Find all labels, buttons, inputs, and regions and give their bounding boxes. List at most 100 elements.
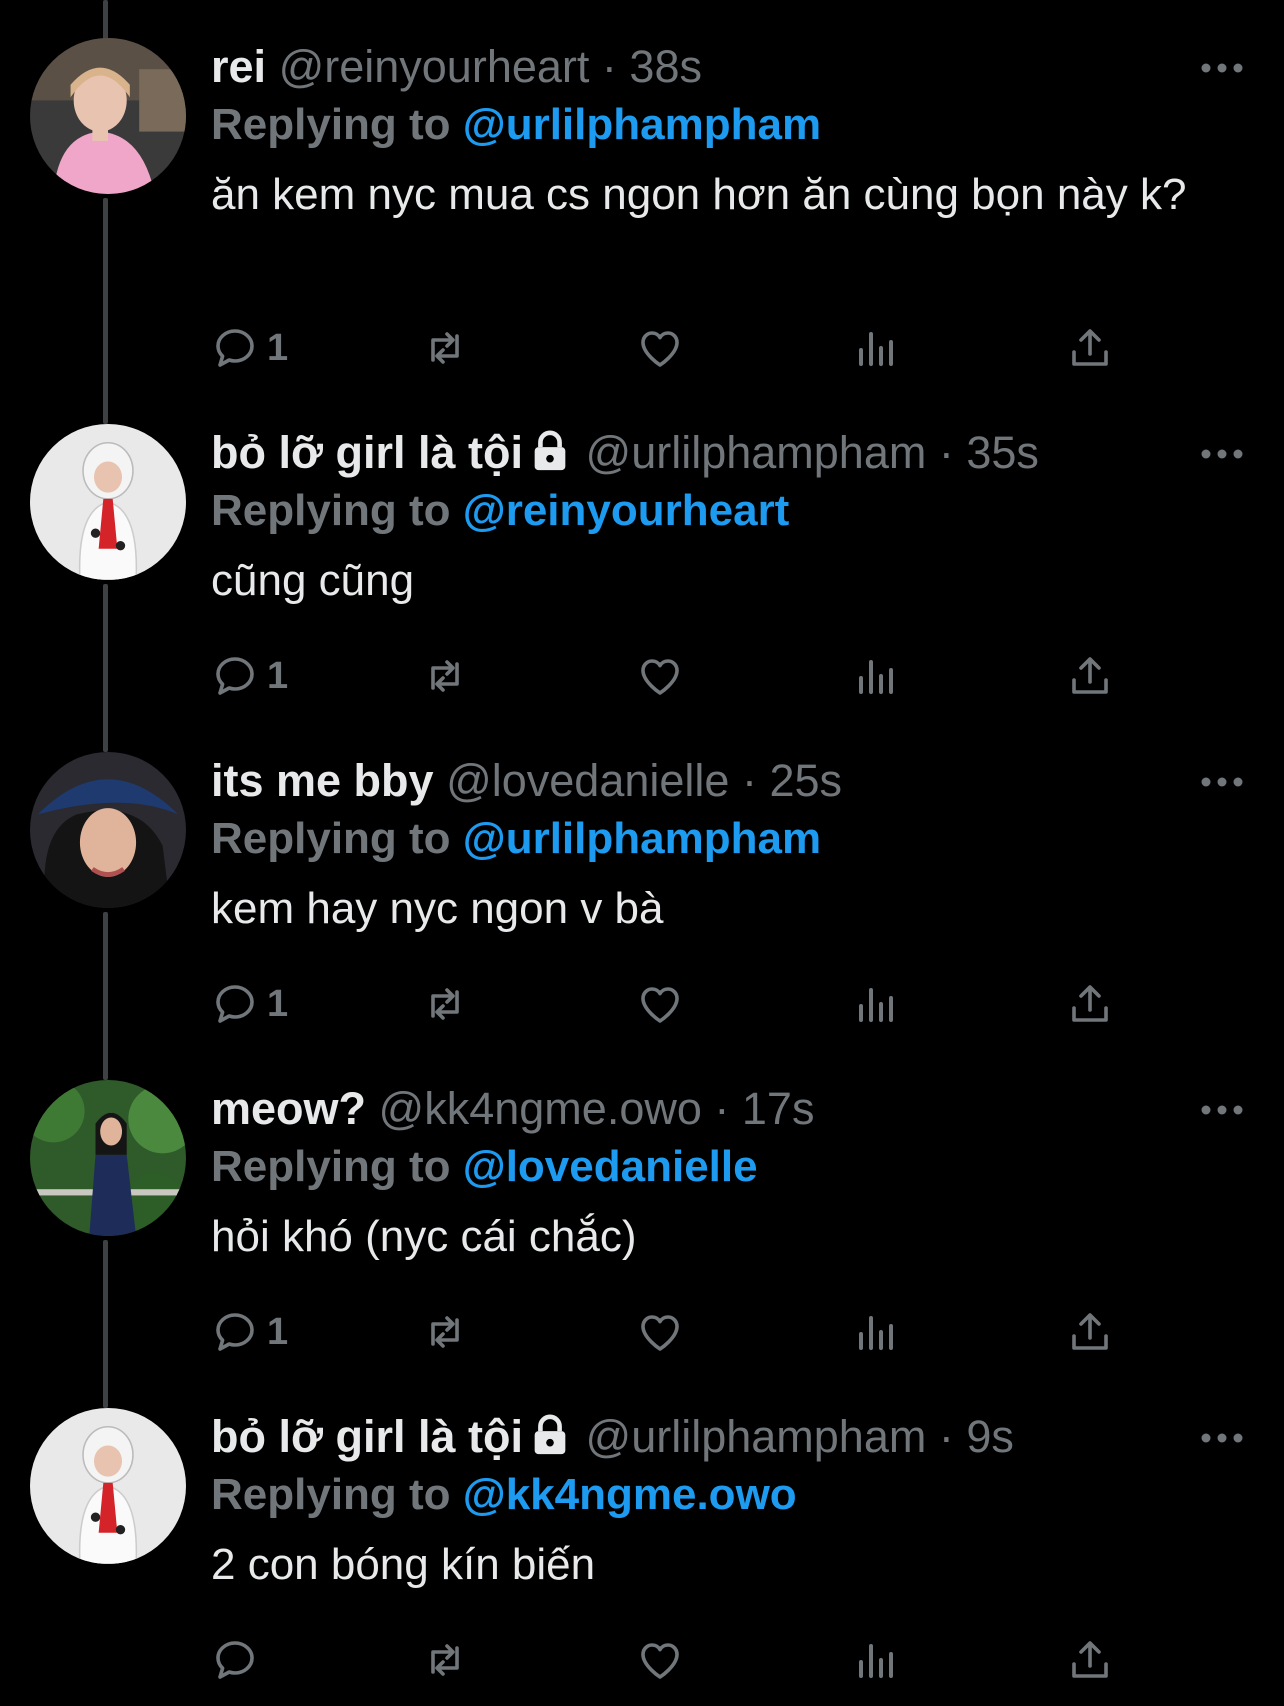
- like-button[interactable]: [636, 318, 684, 378]
- separator: ·: [938, 1411, 954, 1462]
- like-button[interactable]: [636, 1630, 684, 1690]
- retweet-button[interactable]: [421, 974, 469, 1034]
- retweet-button[interactable]: [421, 1302, 469, 1362]
- user-handle[interactable]: @kk4ngme.owo: [379, 1083, 702, 1134]
- views-button[interactable]: [851, 646, 899, 706]
- user-handle[interactable]: @urlilphampham: [586, 427, 927, 478]
- display-name[interactable]: meow?: [211, 1083, 366, 1134]
- reply-button[interactable]: 1: [211, 318, 288, 378]
- retweet-icon: [431, 1316, 459, 1348]
- avatar[interactable]: [30, 1408, 186, 1564]
- reply-icon: [216, 657, 254, 695]
- timestamp[interactable]: 25s: [769, 755, 842, 806]
- thread-line-3: [103, 912, 108, 1080]
- analytics-icon: [859, 988, 893, 1022]
- views-button[interactable]: [851, 1302, 899, 1362]
- share-button[interactable]: [1066, 1302, 1114, 1362]
- retweet-button[interactable]: [421, 646, 469, 706]
- retweet-icon: [431, 988, 459, 1020]
- replying-to-handle[interactable]: @reinyourheart: [463, 486, 790, 535]
- heart-icon: [641, 331, 679, 367]
- tweet-actions: 1: [211, 1302, 1171, 1362]
- display-name[interactable]: bỏ lỡ girl là tội: [211, 427, 523, 478]
- share-icon: [1072, 1313, 1108, 1350]
- tweet-actions: 1: [211, 646, 1171, 706]
- reply-button[interactable]: [211, 1630, 267, 1690]
- reply-count: 1: [267, 654, 289, 697]
- separator: ·: [714, 1083, 730, 1134]
- user-handle[interactable]: @lovedanielle: [446, 755, 729, 806]
- heart-icon: [641, 987, 679, 1023]
- views-button[interactable]: [851, 974, 899, 1034]
- thread-line-1: [103, 198, 108, 424]
- avatar[interactable]: [30, 1080, 186, 1236]
- separator: ·: [601, 41, 617, 92]
- display-name[interactable]: rei: [211, 41, 266, 92]
- avatar[interactable]: [30, 38, 186, 194]
- replying-to-label: Replying to: [211, 486, 451, 535]
- replying-to-handle[interactable]: @lovedanielle: [463, 1142, 758, 1191]
- tweet-actions: 1: [211, 974, 1171, 1034]
- more-options-icon[interactable]: [1198, 446, 1246, 462]
- reply-button[interactable]: 1: [211, 646, 288, 706]
- replying-to-label: Replying to: [211, 1142, 451, 1191]
- tweet-actions: [211, 1630, 1171, 1690]
- analytics-icon: [859, 1316, 893, 1350]
- tweet-text: kem hay nyc ngon v bà: [211, 884, 664, 933]
- like-button[interactable]: [636, 1302, 684, 1362]
- retweet-icon: [431, 1644, 459, 1676]
- avatar[interactable]: [30, 752, 186, 908]
- like-button[interactable]: [636, 974, 684, 1034]
- display-name[interactable]: bỏ lỡ girl là tội: [211, 1411, 523, 1462]
- thread-line-top: [103, 0, 108, 40]
- share-button[interactable]: [1066, 646, 1114, 706]
- replying-to-label: Replying to: [211, 100, 451, 149]
- reply-count: 1: [267, 326, 289, 369]
- share-button[interactable]: [1066, 318, 1114, 378]
- replying-to-handle[interactable]: @urlilphampham: [463, 814, 821, 863]
- share-icon: [1072, 657, 1108, 694]
- reply-icon: [216, 1313, 254, 1351]
- heart-icon: [641, 659, 679, 695]
- retweet-icon: [431, 332, 459, 364]
- tweet-text: hỏi khó (nyc cái chắc): [211, 1212, 637, 1261]
- reply-button[interactable]: 1: [211, 974, 288, 1034]
- timestamp[interactable]: 17s: [742, 1083, 815, 1134]
- views-button[interactable]: [851, 318, 899, 378]
- display-name[interactable]: its me bby: [211, 755, 434, 806]
- timestamp[interactable]: 9s: [966, 1411, 1014, 1462]
- tweet-text: 2 con bóng kín biến: [211, 1540, 596, 1589]
- more-options-icon[interactable]: [1198, 1430, 1246, 1446]
- views-button[interactable]: [851, 1630, 899, 1690]
- tweet-text: cũng cũng: [211, 556, 415, 605]
- timestamp[interactable]: 35s: [966, 427, 1039, 478]
- thread-line-2: [103, 584, 108, 752]
- retweet-icon: [431, 660, 459, 692]
- share-icon: [1072, 985, 1108, 1022]
- lock-icon: [534, 430, 566, 471]
- user-handle[interactable]: @urlilphampham: [586, 1411, 927, 1462]
- retweet-button[interactable]: [421, 1630, 469, 1690]
- analytics-icon: [859, 660, 893, 694]
- share-button[interactable]: [1066, 974, 1114, 1034]
- more-options-icon[interactable]: [1198, 1102, 1246, 1118]
- more-options-icon[interactable]: [1198, 774, 1246, 790]
- reply-button[interactable]: 1: [211, 1302, 288, 1362]
- reply-count: 1: [267, 982, 289, 1025]
- heart-icon: [641, 1643, 679, 1679]
- tweet-actions: 1: [211, 318, 1171, 378]
- reply-count: 1: [267, 1310, 289, 1353]
- timestamp[interactable]: 38s: [629, 41, 702, 92]
- user-handle[interactable]: @reinyourheart: [279, 41, 590, 92]
- like-button[interactable]: [636, 646, 684, 706]
- replying-to-handle[interactable]: @urlilphampham: [463, 100, 821, 149]
- avatar[interactable]: [30, 424, 186, 580]
- share-icon: [1072, 1641, 1108, 1678]
- more-options-icon[interactable]: [1198, 60, 1246, 76]
- replying-to-handle[interactable]: @kk4ngme.owo: [463, 1470, 797, 1519]
- share-button[interactable]: [1066, 1630, 1114, 1690]
- retweet-button[interactable]: [421, 318, 469, 378]
- lock-icon: [534, 1414, 566, 1455]
- reply-icon: [216, 329, 254, 367]
- analytics-icon: [859, 1644, 893, 1678]
